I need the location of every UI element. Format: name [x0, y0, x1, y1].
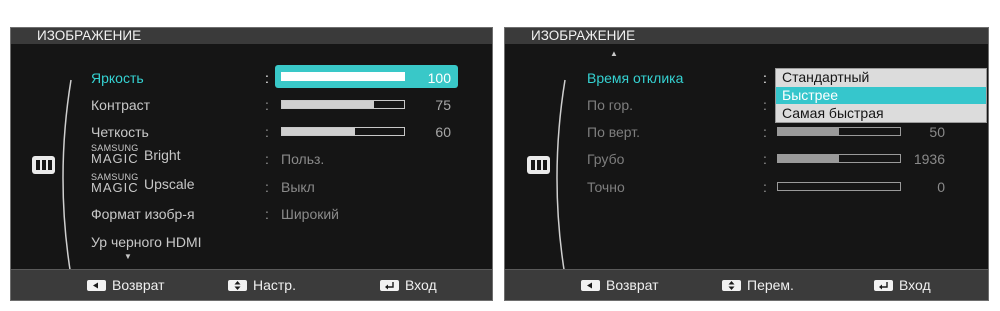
up-down-key-icon: [722, 279, 741, 291]
menu-item-v-position[interactable]: По верт.: [587, 124, 640, 140]
magic-wordmark: MAGIC: [91, 151, 139, 166]
menu-item-magic-bright[interactable]: SAMSUNG MAGIC Bright: [91, 144, 211, 168]
colon: :: [265, 179, 269, 195]
menu-item-magic-upscale[interactable]: SAMSUNG MAGIC Upscale: [91, 173, 221, 197]
up-down-key-icon: [228, 279, 247, 291]
back-label: Возврат: [112, 277, 165, 293]
osd-panel-picture-left: ИЗОБРАЖЕНИЕ Яркость : 100 Контраст : 75 …: [10, 27, 493, 301]
panel-title: ИЗОБРАЖЕНИЕ: [11, 28, 492, 44]
menu-item-sharpness[interactable]: Четкость: [91, 124, 149, 140]
footer-bar: Возврат Настр. Вход: [11, 269, 492, 300]
adjust-hint[interactable]: Настр.: [228, 277, 296, 293]
sharpness-value: 60: [435, 124, 451, 140]
left-arrow-key-icon: [581, 279, 600, 291]
back-hint[interactable]: Возврат: [87, 277, 165, 293]
colon: :: [265, 97, 269, 113]
menu-item-hdmi-black-level[interactable]: Ур черного HDMI: [91, 234, 202, 250]
move-hint[interactable]: Перем.: [722, 277, 794, 293]
menu-arc-decoration: [62, 79, 72, 277]
enter-hint[interactable]: Вход: [380, 277, 437, 293]
back-label: Возврат: [606, 277, 659, 293]
colon: :: [265, 124, 269, 140]
scroll-up-icon[interactable]: ▲: [610, 50, 618, 58]
picture-menu-icon[interactable]: [527, 156, 550, 174]
back-hint[interactable]: Возврат: [581, 277, 659, 293]
menu-item-image-size[interactable]: Формат изобр-я: [91, 206, 195, 222]
colon: :: [265, 70, 269, 86]
panel-title: ИЗОБРАЖЕНИЕ: [505, 28, 988, 44]
magic-upscale-value: Выкл: [281, 179, 315, 195]
fine-slider[interactable]: [777, 182, 901, 191]
colon: :: [763, 97, 767, 113]
enter-key-icon: [874, 279, 893, 291]
menu-item-brightness[interactable]: Яркость: [91, 70, 144, 86]
menu-item-label: Bright: [144, 147, 181, 163]
dropdown-option-faster[interactable]: Быстрее: [776, 87, 986, 104]
sharpness-slider[interactable]: [281, 127, 405, 136]
enter-key-icon: [380, 279, 399, 291]
menu-arc-decoration: [556, 79, 566, 277]
colon: :: [763, 124, 767, 140]
contrast-slider[interactable]: [281, 100, 405, 109]
v-position-slider[interactable]: [777, 127, 901, 136]
colon: :: [265, 206, 269, 222]
contrast-value: 75: [435, 97, 451, 113]
dropdown-option-fastest[interactable]: Самая быстрая: [776, 105, 986, 122]
footer-bar: Возврат Перем. Вход: [505, 269, 988, 300]
colon: :: [763, 70, 767, 86]
colon: :: [265, 151, 269, 167]
v-position-value: 50: [929, 124, 945, 140]
adjust-label: Настр.: [253, 277, 296, 293]
menu-item-coarse[interactable]: Грубо: [587, 151, 624, 167]
menu-item-h-position[interactable]: По гор.: [587, 97, 633, 113]
brightness-slider[interactable]: [281, 72, 405, 81]
move-label: Перем.: [747, 277, 794, 293]
image-size-value: Широкий: [281, 206, 339, 222]
magic-wordmark: MAGIC: [91, 180, 139, 195]
enter-label: Вход: [899, 277, 931, 293]
menu-item-response-time[interactable]: Время отклика: [587, 70, 683, 86]
enter-label: Вход: [405, 277, 437, 293]
osd-panel-picture-right: ИЗОБРАЖЕНИЕ ▲ Время отклика : По гор. : …: [504, 27, 989, 301]
menu-item-label: Upscale: [144, 176, 195, 192]
fine-value: 0: [937, 179, 945, 195]
colon: :: [763, 151, 767, 167]
coarse-value: 1936: [913, 151, 945, 167]
colon: :: [763, 179, 767, 195]
magic-bright-value: Польз.: [281, 151, 325, 167]
picture-menu-icon[interactable]: [32, 156, 55, 174]
enter-hint[interactable]: Вход: [874, 277, 931, 293]
scroll-down-icon[interactable]: ▼: [124, 253, 132, 261]
coarse-slider[interactable]: [777, 154, 901, 163]
dropdown-option-standard[interactable]: Стандартный: [776, 69, 986, 86]
menu-item-contrast[interactable]: Контраст: [91, 97, 150, 113]
left-arrow-key-icon: [87, 279, 106, 291]
brightness-value: 100: [427, 70, 451, 86]
menu-item-fine[interactable]: Точно: [587, 179, 625, 195]
response-time-dropdown[interactable]: Стандартный Быстрее Самая быстрая: [775, 68, 987, 123]
